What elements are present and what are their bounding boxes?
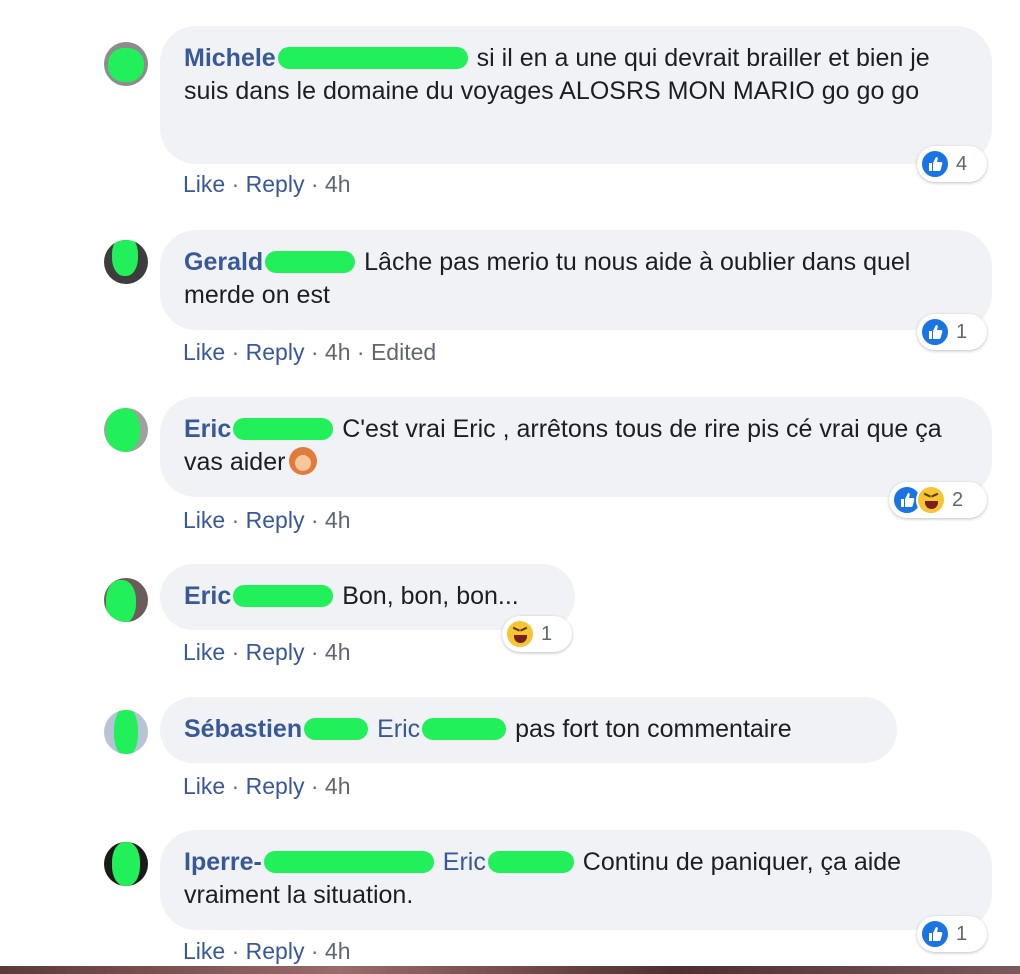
reaction-count: 4 xyxy=(956,152,968,175)
reaction-summary[interactable]: 1 xyxy=(917,314,987,350)
reaction-count: 1 xyxy=(956,922,968,945)
avatar[interactable] xyxy=(104,578,148,622)
thumbs-up-icon xyxy=(920,149,950,179)
reaction-summary[interactable]: 2 xyxy=(889,482,987,518)
timestamp[interactable]: 4h xyxy=(325,938,351,964)
reply-link[interactable]: Reply xyxy=(246,171,305,197)
bottom-edge xyxy=(0,966,1020,974)
timestamp[interactable]: 4h xyxy=(325,639,351,665)
redaction xyxy=(304,718,369,740)
comment-text: pas fort ton commentaire xyxy=(515,715,792,743)
comment-actions: Like · Reply · 4h xyxy=(183,171,351,197)
reply-link[interactable]: Reply xyxy=(246,938,305,964)
comment-bubble: Eric C'est vrai Eric , arrêtons tous de … xyxy=(160,397,992,497)
author-name[interactable]: Gerald xyxy=(184,248,263,276)
comment-bubble: Sébastien Eric pas fort ton commentaire xyxy=(160,697,897,763)
reaction-summary[interactable]: 1 xyxy=(502,616,572,652)
avatar[interactable] xyxy=(104,408,148,452)
redaction xyxy=(487,851,574,873)
author-name[interactable]: Michele xyxy=(184,44,276,72)
mention-link[interactable]: Eric xyxy=(377,715,420,743)
facepalm-emoji-icon xyxy=(289,447,318,475)
reaction-count: 2 xyxy=(952,488,964,511)
reply-link[interactable]: Reply xyxy=(246,507,305,533)
thumbs-up-icon xyxy=(920,919,950,949)
comment-bubble: Gerald Lâche pas merio tu nous aide à ou… xyxy=(160,230,992,330)
comment-bubble: Iperre- Eric Continu de paniquer, ça aid… xyxy=(160,830,992,930)
reaction-count: 1 xyxy=(541,622,553,645)
timestamp[interactable]: 4h xyxy=(325,339,351,365)
comment-actions: Like · Reply · 4h xyxy=(183,938,351,964)
avatar[interactable] xyxy=(104,710,148,754)
edited-label: Edited xyxy=(370,339,437,365)
reply-link[interactable]: Reply xyxy=(246,339,305,365)
redaction xyxy=(277,47,468,69)
avatar[interactable] xyxy=(104,240,148,284)
like-link[interactable]: Like xyxy=(183,639,225,665)
timestamp[interactable]: 4h xyxy=(325,507,351,533)
reaction-summary[interactable]: 4 xyxy=(917,146,987,182)
comment-actions: Like · Reply · 4h · Edited xyxy=(183,339,437,365)
avatar[interactable] xyxy=(104,42,148,86)
like-link[interactable]: Like xyxy=(183,507,225,533)
comment-actions: Like · Reply · 4h xyxy=(183,507,351,533)
author-name[interactable]: Eric xyxy=(184,582,231,610)
comment-actions: Like · Reply · 4h xyxy=(183,773,351,799)
timestamp[interactable]: 4h xyxy=(325,171,351,197)
comment-bubble: Michele si il en a une qui devrait brail… xyxy=(160,26,992,164)
author-name[interactable]: Sébastien xyxy=(184,715,302,743)
laughing-face-icon xyxy=(916,485,946,515)
like-link[interactable]: Like xyxy=(183,171,225,197)
author-name[interactable]: Eric xyxy=(184,415,231,443)
redaction xyxy=(263,851,434,873)
mention-link[interactable]: Eric xyxy=(443,848,486,876)
comment-text: Bon, bon, bon... xyxy=(342,582,519,610)
avatar[interactable] xyxy=(104,842,148,886)
thumbs-up-icon xyxy=(920,317,950,347)
comment-actions: Like · Reply · 4h xyxy=(183,639,351,665)
like-link[interactable]: Like xyxy=(183,339,225,365)
redaction xyxy=(265,251,356,273)
redaction xyxy=(233,418,334,440)
redaction xyxy=(422,718,507,740)
like-link[interactable]: Like xyxy=(183,938,225,964)
laughing-face-icon xyxy=(505,619,535,649)
reaction-summary[interactable]: 1 xyxy=(917,916,987,952)
reaction-count: 1 xyxy=(956,320,968,343)
reply-link[interactable]: Reply xyxy=(246,773,305,799)
redaction xyxy=(233,585,334,607)
timestamp[interactable]: 4h xyxy=(325,773,351,799)
like-link[interactable]: Like xyxy=(183,773,225,799)
author-name[interactable]: Iperre- xyxy=(184,848,262,876)
reply-link[interactable]: Reply xyxy=(246,639,305,665)
